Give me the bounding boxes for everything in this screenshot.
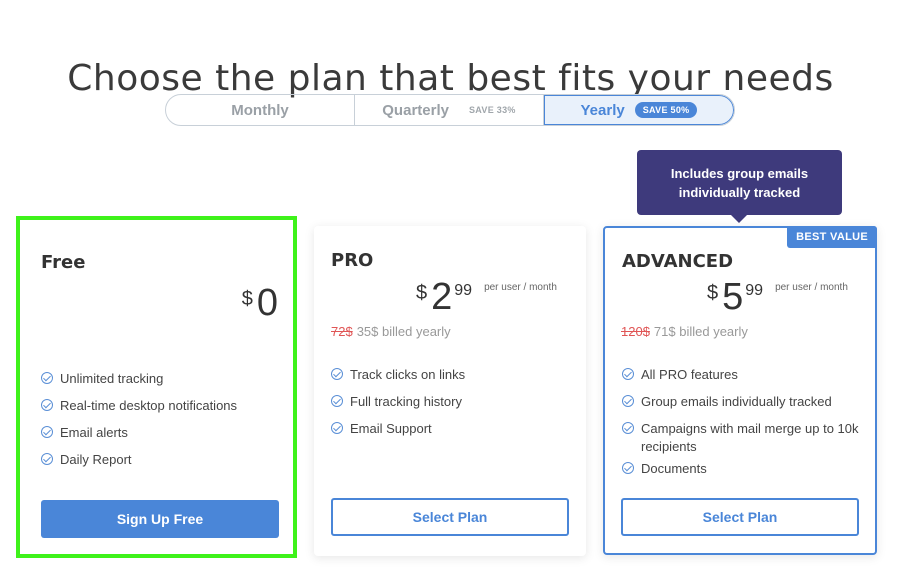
plan-price: $ 5 99 per user / month bbox=[707, 276, 848, 318]
price-amount: 5 bbox=[722, 276, 744, 318]
feature-text: Daily Report bbox=[60, 452, 132, 467]
check-circle-icon bbox=[622, 462, 634, 474]
price-amount: 0 bbox=[256, 282, 278, 324]
price-cents: 99 bbox=[745, 282, 764, 299]
billed-yearly: 72$ 35$ billed yearly bbox=[331, 324, 451, 339]
check-circle-icon bbox=[331, 368, 343, 380]
tab-quarterly[interactable]: Quarterly SAVE 33% bbox=[355, 95, 544, 125]
price-cents: 99 bbox=[454, 282, 473, 299]
old-price: 72$ bbox=[331, 324, 353, 339]
billed-yearly: 120$ 71$ billed yearly bbox=[621, 324, 748, 339]
feature-text: Unlimited tracking bbox=[60, 371, 164, 386]
plan-card-free: Free $ 0 Unlimited tracking Real-time de… bbox=[16, 216, 297, 558]
check-circle-icon bbox=[622, 395, 634, 407]
feature-item: Group emails individually tracked bbox=[622, 393, 862, 411]
feature-item: Documents bbox=[622, 460, 862, 478]
price-currency: $ bbox=[707, 282, 719, 304]
feature-text: Email alerts bbox=[60, 425, 128, 440]
advanced-plan-tooltip: Includes group emails individually track… bbox=[637, 150, 842, 223]
feature-item: Daily Report bbox=[41, 451, 237, 469]
feature-text: All PRO features bbox=[641, 367, 738, 382]
plan-price: $ 2 99 per user / month bbox=[416, 276, 557, 318]
plan-name: Free bbox=[41, 252, 86, 273]
check-circle-icon bbox=[622, 422, 634, 434]
price-amount: 2 bbox=[431, 276, 453, 318]
check-circle-icon bbox=[41, 372, 53, 384]
yearly-save-badge: SAVE 50% bbox=[634, 102, 698, 118]
feature-list: All PRO features Group emails individual… bbox=[622, 366, 862, 487]
feature-item: Full tracking history bbox=[331, 393, 465, 411]
page-title: Choose the plan that best fits your need… bbox=[67, 58, 834, 100]
price-period: per user / month bbox=[775, 282, 848, 293]
tab-monthly-label: Monthly bbox=[231, 101, 289, 119]
price-currency: $ bbox=[416, 282, 428, 304]
feature-text: Email Support bbox=[350, 421, 432, 436]
tooltip-line-1: Includes group emails bbox=[670, 165, 809, 181]
billed-text: 71$ billed yearly bbox=[653, 324, 748, 339]
check-circle-icon bbox=[622, 368, 634, 380]
price-period: per user / month bbox=[484, 282, 557, 293]
plan-card-advanced: BEST VALUE ADVANCED $ 5 99 per user / mo… bbox=[603, 226, 877, 555]
plan-card-pro: PRO $ 2 99 per user / month 72$ 35$ bille… bbox=[314, 226, 586, 556]
plan-name: ADVANCED bbox=[622, 251, 734, 272]
feature-text: Documents bbox=[641, 461, 707, 476]
old-price: 120$ bbox=[621, 324, 650, 339]
feature-text: Group emails individually tracked bbox=[641, 394, 832, 409]
quarterly-save-badge: SAVE 33% bbox=[468, 105, 516, 115]
feature-item: Unlimited tracking bbox=[41, 370, 237, 388]
feature-text: Full tracking history bbox=[350, 394, 462, 409]
tab-yearly-label: Yearly bbox=[580, 101, 625, 119]
check-circle-icon bbox=[41, 426, 53, 438]
select-plan-advanced-button[interactable]: Select Plan bbox=[621, 498, 859, 536]
tab-quarterly-label: Quarterly bbox=[382, 101, 449, 119]
check-circle-icon bbox=[41, 399, 53, 411]
tab-monthly[interactable]: Monthly bbox=[166, 95, 355, 125]
billed-text: 35$ billed yearly bbox=[356, 324, 451, 339]
check-circle-icon bbox=[331, 395, 343, 407]
select-plan-pro-button[interactable]: Select Plan bbox=[331, 498, 569, 536]
check-circle-icon bbox=[331, 422, 343, 434]
feature-item: Real-time desktop notifications bbox=[41, 397, 237, 415]
feature-item: Email alerts bbox=[41, 424, 237, 442]
tooltip-line-2: individually tracked bbox=[678, 184, 801, 200]
best-value-badge: BEST VALUE bbox=[787, 226, 877, 248]
feature-item: Email Support bbox=[331, 420, 465, 438]
plan-name: PRO bbox=[331, 250, 374, 271]
tab-yearly[interactable]: Yearly SAVE 50% bbox=[544, 95, 734, 125]
feature-item: All PRO features bbox=[622, 366, 862, 384]
feature-list: Unlimited tracking Real-time desktop not… bbox=[41, 370, 237, 478]
feature-text: Track clicks on links bbox=[350, 367, 466, 382]
feature-list: Track clicks on links Full tracking hist… bbox=[331, 366, 465, 447]
feature-item: Campaigns with mail merge up to 10k reci… bbox=[622, 420, 862, 456]
feature-text: Campaigns with mail merge up to 10k reci… bbox=[641, 421, 859, 454]
price-currency: $ bbox=[241, 288, 253, 310]
check-circle-icon bbox=[41, 453, 53, 465]
plan-price: $ 0 bbox=[242, 282, 278, 324]
feature-item: Track clicks on links bbox=[331, 366, 465, 384]
billing-period-toggle: Monthly Quarterly SAVE 33% Yearly SAVE 5… bbox=[165, 94, 735, 126]
feature-text: Real-time desktop notifications bbox=[60, 398, 238, 413]
sign-up-free-button[interactable]: Sign Up Free bbox=[41, 500, 279, 538]
